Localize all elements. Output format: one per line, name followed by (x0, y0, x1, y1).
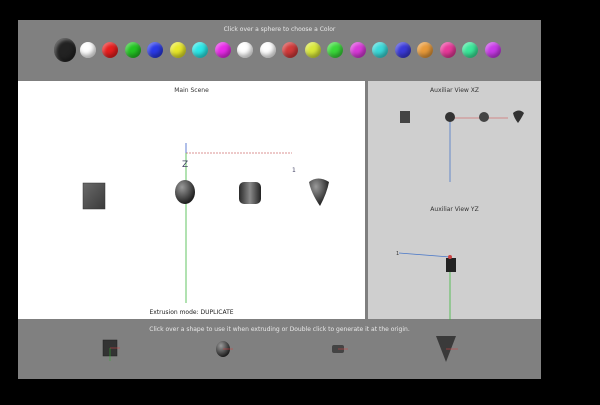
aux-xz-cube (400, 111, 410, 123)
color-sphere-magenta[interactable] (215, 42, 231, 58)
auxiliar-views-panel: Auxiliar View XZ Auxiliar View YZ 1 (368, 81, 541, 321)
aux-yz-shape (446, 258, 456, 272)
app-window: Click over a sphere to choose a Color Ma… (18, 20, 541, 379)
main-scene-viewport[interactable]: Main Scene Z 1 Extrusion mode: DUPLICATE (18, 81, 365, 319)
extrusion-mode-text: Extrusion mode: DUPLICATE (149, 309, 234, 316)
shape-selector-bar: Click over a shape to use it when extrud… (18, 320, 541, 379)
color-sphere-violet[interactable] (485, 42, 501, 58)
color-sphere-white[interactable] (80, 42, 96, 58)
z-axis-label: Z (182, 160, 189, 170)
color-sphere-dark-blue[interactable] (395, 42, 411, 58)
color-sphere-red[interactable] (102, 42, 118, 58)
aux-yz-canvas[interactable] (368, 209, 541, 321)
color-sphere-light-green[interactable] (327, 42, 343, 58)
shape-option-cone (436, 336, 458, 362)
cone-shape (309, 178, 329, 206)
color-sphere-light-magenta[interactable] (350, 42, 366, 58)
shape-option-cube (102, 339, 120, 361)
aux-xz-cone (513, 110, 524, 123)
shape-bar-canvas (102, 336, 458, 362)
color-sphere-light-yellow[interactable] (305, 42, 321, 58)
color-sphere-pink[interactable] (440, 42, 456, 58)
aux-xz-canvas[interactable] (368, 81, 541, 201)
color-palette: Click over a sphere to choose a Color (18, 20, 541, 80)
aux-xz-sphere (445, 112, 455, 122)
shape-option-cylinder (332, 345, 348, 353)
color-sphere-light-cyan[interactable] (372, 42, 388, 58)
aux-xz-cylinder (479, 112, 489, 122)
color-sphere-white-2[interactable] (237, 42, 253, 58)
main-scene-canvas (82, 143, 329, 303)
cube-shape (82, 182, 106, 210)
x-axis-label: 1 (292, 167, 296, 174)
color-sphere-white-3[interactable] (260, 42, 276, 58)
sphere-shape (175, 180, 195, 204)
color-sphere-green[interactable] (125, 42, 141, 58)
color-sphere-mint[interactable] (462, 42, 478, 58)
color-sphere-blue[interactable] (147, 42, 163, 58)
shape-option-sphere (216, 341, 233, 357)
color-sphere-black[interactable] (54, 38, 76, 62)
palette-title: Click over a sphere to choose a Color (223, 26, 336, 33)
color-sphere-orange[interactable] (417, 42, 433, 58)
aux-yz-label: 1 (396, 251, 400, 257)
color-sphere-cyan[interactable] (192, 42, 208, 58)
cylinder-shape (239, 182, 261, 204)
color-sphere-yellow[interactable] (170, 42, 186, 58)
color-sphere-dark-red[interactable] (282, 42, 298, 58)
